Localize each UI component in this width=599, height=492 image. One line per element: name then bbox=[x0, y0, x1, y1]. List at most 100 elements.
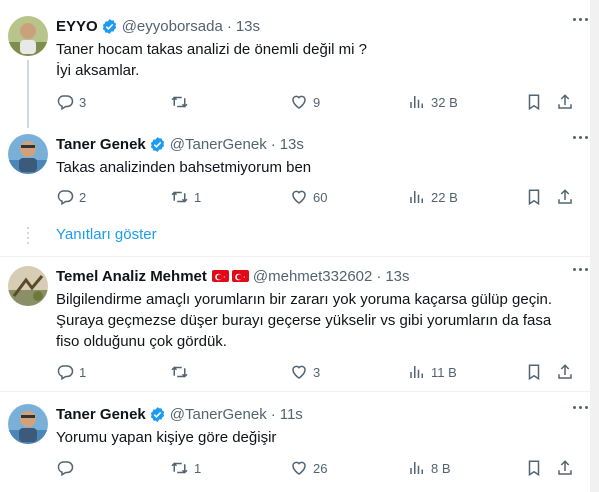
divider bbox=[0, 391, 590, 392]
heart-icon bbox=[292, 190, 306, 204]
bookmark-icon bbox=[528, 460, 540, 477]
author-name[interactable]: EYYO bbox=[56, 18, 98, 35]
separator-dot: · bbox=[270, 135, 276, 153]
tweet-actions: 2 1 60 22 B bbox=[56, 187, 586, 207]
more-options-icon[interactable] bbox=[573, 18, 588, 21]
tweet-actions: 1 26 8 B bbox=[56, 458, 586, 478]
views-button[interactable]: 11 B bbox=[408, 362, 457, 382]
tweet-text-line: Yorumu yapan kişiye göre değişir bbox=[56, 429, 277, 446]
views-button[interactable]: 8 B bbox=[408, 458, 451, 478]
more-options-icon[interactable] bbox=[573, 406, 588, 409]
retweet-button[interactable]: 1 bbox=[170, 458, 201, 478]
like-button[interactable]: 3 bbox=[290, 362, 320, 382]
bookmark-button[interactable] bbox=[526, 362, 542, 382]
thread-connector bbox=[27, 60, 29, 128]
show-replies-link[interactable]: Yanıtları göster bbox=[56, 226, 157, 243]
scrollbar[interactable] bbox=[590, 0, 599, 492]
like-count: 9 bbox=[313, 94, 321, 110]
view-count: 32 B bbox=[431, 94, 458, 110]
more-options-icon[interactable] bbox=[573, 268, 588, 271]
timestamp[interactable]: 13s bbox=[280, 136, 304, 153]
heart-icon bbox=[292, 365, 306, 379]
heart-icon bbox=[292, 461, 306, 475]
like-button[interactable]: 60 bbox=[290, 187, 327, 207]
like-count: 3 bbox=[313, 364, 321, 380]
author-handle[interactable]: @eyyoborsada bbox=[122, 18, 223, 35]
turkey-flag-icon bbox=[211, 270, 249, 282]
timestamp[interactable]: 13s bbox=[236, 18, 260, 35]
tweet-text-line: fiso olduğunu çok gördük. bbox=[56, 333, 227, 350]
tweet[interactable]: Taner Genek @TanerGenek · 13s Takas anal… bbox=[0, 134, 590, 214]
separator-dot: · bbox=[376, 267, 382, 285]
avatar[interactable] bbox=[8, 404, 48, 444]
reply-icon bbox=[57, 95, 74, 111]
reply-icon bbox=[57, 365, 74, 381]
timestamp[interactable]: 13s bbox=[385, 268, 409, 285]
bookmark-icon bbox=[528, 94, 540, 111]
tweet[interactable]: Taner Genek @TanerGenek · 11s Yorumu yap… bbox=[0, 404, 590, 484]
tweet-text-line: Bilgilendirme amaçlı yorumların bir zara… bbox=[56, 291, 553, 308]
reply-button[interactable]: 1 bbox=[56, 362, 86, 382]
reply-button[interactable]: 3 bbox=[56, 92, 86, 112]
share-button[interactable] bbox=[556, 92, 574, 112]
tweet-actions: 1 3 11 B bbox=[56, 362, 586, 382]
view-count: 22 B bbox=[431, 189, 458, 205]
heart-icon bbox=[292, 95, 306, 109]
reply-button[interactable]: 2 bbox=[56, 187, 86, 207]
retweet-button[interactable]: 1 bbox=[170, 187, 201, 207]
tweet-text-line: Şuraya geçmezse düşer burayı geçerse yük… bbox=[56, 312, 552, 329]
tweet[interactable]: Temel Analiz Mehmet @mehmet332602 · 13s … bbox=[0, 266, 590, 386]
tweet-text-line: Takas analizinden bahsetmiyorum ben bbox=[56, 159, 312, 176]
collapsed-thread-dots bbox=[27, 227, 29, 244]
bookmark-button[interactable] bbox=[526, 187, 542, 207]
like-count: 60 bbox=[313, 189, 328, 205]
author-handle[interactable]: @TanerGenek bbox=[170, 406, 267, 423]
share-button[interactable] bbox=[556, 187, 574, 207]
tweet-actions: 3 9 32 B bbox=[56, 92, 586, 112]
share-button[interactable] bbox=[556, 362, 574, 382]
analytics-icon bbox=[410, 191, 423, 203]
avatar[interactable] bbox=[8, 16, 48, 56]
timestamp[interactable]: 11s bbox=[280, 406, 303, 423]
like-count: 26 bbox=[313, 460, 328, 476]
reply-icon bbox=[57, 190, 74, 206]
like-button[interactable]: 9 bbox=[290, 92, 320, 112]
retweet-icon bbox=[171, 191, 188, 203]
bookmark-button[interactable] bbox=[526, 92, 542, 112]
like-button[interactable]: 26 bbox=[290, 458, 327, 478]
retweet-icon bbox=[171, 462, 188, 474]
divider bbox=[0, 256, 590, 257]
retweet-button[interactable] bbox=[170, 362, 194, 382]
author-name[interactable]: Taner Genek bbox=[56, 406, 146, 423]
share-icon bbox=[558, 460, 572, 475]
reply-button[interactable] bbox=[56, 458, 79, 478]
view-count: 11 B bbox=[431, 364, 457, 380]
retweet-icon bbox=[171, 366, 188, 378]
share-icon bbox=[558, 189, 572, 204]
author-handle[interactable]: @mehmet332602 bbox=[253, 268, 372, 285]
analytics-icon bbox=[410, 462, 423, 474]
views-button[interactable]: 32 B bbox=[408, 92, 458, 112]
verified-badge-icon bbox=[149, 136, 166, 153]
author-name[interactable]: Temel Analiz Mehmet bbox=[56, 268, 207, 285]
analytics-icon bbox=[410, 96, 423, 108]
reply-count: 2 bbox=[79, 189, 87, 205]
verified-badge-icon bbox=[101, 18, 118, 35]
reply-count: 3 bbox=[79, 94, 87, 110]
tweet-text-line: Taner hocam takas analizi de önemli deği… bbox=[56, 41, 367, 58]
avatar[interactable] bbox=[8, 266, 48, 306]
bookmark-icon bbox=[528, 364, 540, 381]
author-handle[interactable]: @TanerGenek bbox=[170, 136, 267, 153]
author-name[interactable]: Taner Genek bbox=[56, 136, 146, 153]
share-button[interactable] bbox=[556, 458, 574, 478]
bookmark-icon bbox=[528, 189, 540, 206]
views-button[interactable]: 22 B bbox=[408, 187, 458, 207]
share-icon bbox=[558, 364, 572, 379]
separator-dot: · bbox=[270, 405, 276, 423]
tweet-text: Yorumu yapan kişiye göre değişir bbox=[56, 427, 576, 448]
retweet-button[interactable] bbox=[170, 92, 194, 112]
tweet[interactable]: EYYO @eyyoborsada · 13s Taner hocam taka… bbox=[0, 16, 590, 116]
bookmark-button[interactable] bbox=[526, 458, 542, 478]
more-options-icon[interactable] bbox=[573, 136, 588, 139]
avatar[interactable] bbox=[8, 134, 48, 174]
